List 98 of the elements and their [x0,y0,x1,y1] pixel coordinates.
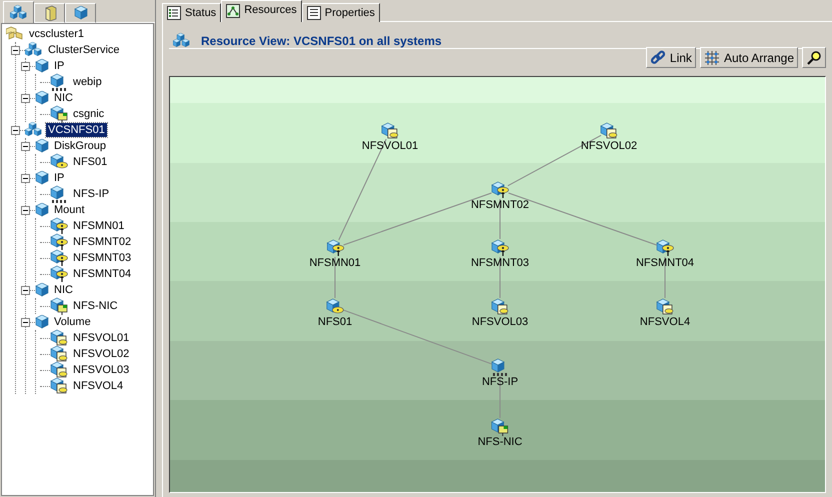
service-group-icon [173,33,191,49]
mount-icon [50,249,68,267]
node-label: NFSMN01 [309,257,361,270]
volume-icon [491,298,509,316]
mount-icon [50,217,68,235]
link-line [334,256,336,298]
tree-item[interactable]: NIC [52,91,75,105]
panel-tab[interactable] [3,1,34,23]
search-icon [806,50,822,66]
tree-item[interactable]: IP [52,171,66,185]
resource-type-icon [35,283,49,297]
collapse-toggle[interactable] [21,318,30,326]
tree-item[interactable]: DiskGroup [52,139,108,153]
service-group-icon [25,42,43,58]
disk-icon [50,153,68,171]
collapse-toggle[interactable] [11,46,20,54]
tree-item[interactable]: NFS-NIC [71,299,120,313]
disk-icon [326,298,344,316]
tree-item[interactable]: NFSMNT03 [71,251,134,265]
panel-tab[interactable] [65,3,96,23]
tree-item[interactable]: IP [52,59,66,73]
link-line [664,256,666,298]
node-label: NFS01 [318,316,352,329]
mount-icon [326,239,344,257]
tree-item[interactable]: NFSVOL01 [71,331,132,345]
collapse-toggle[interactable] [21,142,30,150]
node-label: NFSVOL03 [472,316,528,329]
collapse-toggle[interactable] [21,206,30,214]
collapse-toggle[interactable] [21,286,30,294]
node-label: NFSVOL01 [362,140,418,153]
network-card-icon [50,297,68,315]
tree-item[interactable]: NIC [52,283,75,297]
tree-item[interactable]: NFSMN01 [71,219,126,233]
volume-icon [600,122,618,140]
list-icon [167,6,181,20]
tree-item[interactable]: NFSVOL03 [71,363,132,377]
network-icon [50,185,68,203]
tree-item[interactable]: VCSNFS01 [46,123,107,137]
resource-type-icon [35,203,49,217]
tab[interactable]: Resources [221,0,302,22]
properties-icon [306,6,321,20]
service-group-icon [25,122,43,138]
service-groups-icon [10,4,28,20]
network-icon [491,358,509,376]
tab[interactable]: Properties [302,3,380,22]
volume-icon [50,329,68,347]
resource-type-icon [35,171,49,185]
node-label: NFSVOL02 [580,140,638,153]
panel-tab[interactable] [34,3,65,23]
tree-item[interactable]: NFS-IP [71,187,112,201]
toolbar-button[interactable]: Link [646,47,696,68]
node-label: NFSMNT02 [470,199,530,212]
zoom-button[interactable] [802,47,826,68]
cluster-icon [6,26,24,42]
resource-type-icon [35,139,49,153]
tree-item[interactable]: Volume [52,315,93,329]
grid-icon [704,50,720,66]
resource-type-icon [74,6,88,20]
mount-icon [50,265,68,283]
collapse-toggle[interactable] [21,94,30,102]
network-card-icon [50,105,68,123]
collapse-toggle[interactable] [21,62,30,70]
node-label: NFS-NIC [478,436,522,449]
node-label: NFSMNT04 [636,257,694,270]
mount-icon [50,233,68,251]
volume-icon [381,122,399,140]
tree-item[interactable]: NFS01 [71,155,110,169]
node-label: NFS-IP [482,376,518,389]
node-label: NFSVOL4 [640,316,690,329]
chain-link-icon [650,50,666,66]
tree-item[interactable]: NFSMNT04 [71,267,134,281]
tree-item[interactable]: ClusterService [46,43,122,57]
tab[interactable]: Status [162,3,222,22]
mount-icon [491,239,509,257]
volume-icon [50,345,68,363]
tree-item[interactable]: vcscluster1 [27,27,86,41]
node-label: NFSMNT03 [470,257,530,270]
resource-type-icon [35,315,49,329]
mount-icon [656,239,674,257]
tree-item[interactable]: NFSMNT02 [71,235,134,249]
mount-icon [491,181,509,199]
tree-item[interactable]: webip [71,75,104,89]
collapse-toggle[interactable] [21,174,30,182]
volume-icon [656,298,674,316]
diagram-icon [226,4,240,18]
tree-item[interactable]: NFSVOL4 [71,379,126,393]
tree-item[interactable]: Mount [52,203,87,217]
network-icon [50,73,68,91]
collapse-toggle[interactable] [11,126,20,134]
resource-type-icon [35,91,49,105]
volume-icon [50,377,68,395]
resource-type-icon [35,59,49,73]
volume-icon [50,361,68,379]
network-card-icon [491,418,509,436]
tree-item[interactable]: csgnic [71,107,106,121]
toolbar-button[interactable]: Auto Arrange [700,47,798,68]
tree-item[interactable]: NFSVOL02 [71,347,132,361]
view-title: Resource View: VCSNFS01 on all systems [201,33,442,50]
